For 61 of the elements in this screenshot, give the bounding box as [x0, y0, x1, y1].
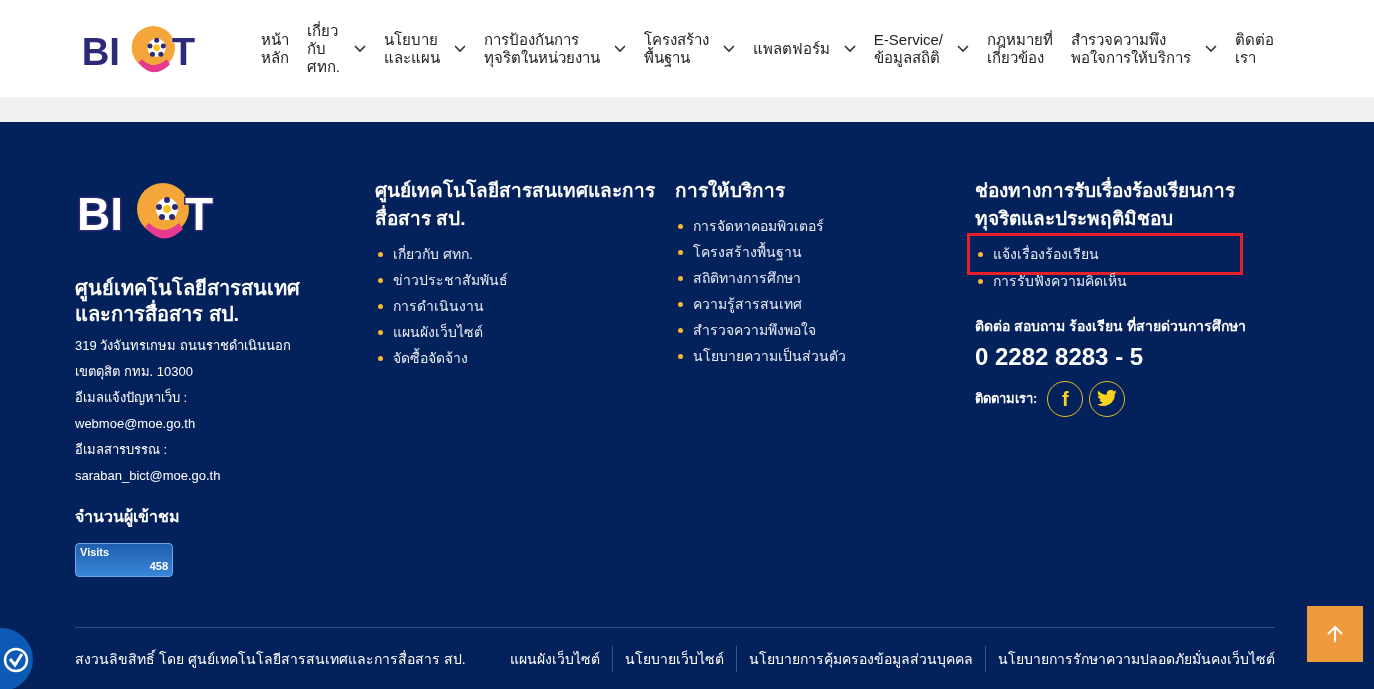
copyright-text: สงวนลิขสิทธิ์ โดย ศูนย์เทคโนโลยีสารสนเทศและการสื่อสาร สป.: [75, 648, 466, 670]
nav-link[interactable]: นโยบาย และแผน: [383, 30, 466, 67]
column-heading: การให้บริการ: [675, 178, 786, 203]
nav-link[interactable]: E-Service/ ข้อมูลสถิติ: [873, 30, 969, 67]
follow-label: ติดตามเรา:: [975, 390, 1038, 409]
phone-number: 0 2282 8283 - 5: [975, 342, 1145, 372]
bullet-icon: [378, 329, 383, 335]
logo[interactable]: BI T: [80, 20, 205, 79]
nav-link[interactable]: หน้า หลัก: [260, 30, 289, 67]
info-text: อีเมลสารบรรณ :: [75, 441, 169, 459]
footer-link[interactable]: การรับฟังความคิดเห็น: [975, 268, 1295, 294]
nav-link[interactable]: กฎหมายที่ เกี่ยวข้อง: [987, 30, 1053, 67]
column-heading: ช่องทางการรับเรื่องร้องเรียนการ ทุจริตและประพฤติมิชอบ: [975, 177, 1295, 233]
bullet-icon: [678, 327, 683, 333]
footer-link[interactable]: เกี่ยวกับ ศทก.: [375, 241, 675, 267]
info-text: webmoe@moe.go.th: [75, 415, 197, 433]
column-heading: ศูนย์เทคโนโลยีสารสนเทศและการ สื่อสาร สป.: [375, 178, 656, 231]
accessibility-icon: [3, 646, 29, 673]
info-text: เขตดุสิต กทม. 10300: [75, 363, 194, 382]
footer-link[interactable]: แจ้งเรื่องร้องเรียน: [975, 241, 1235, 267]
footer-link[interactable]: แผนผังเว็บไซต์: [375, 319, 675, 345]
nav-link[interactable]: การป้องกันการ ทุจริตในหน่วยงาน: [483, 30, 626, 67]
logo[interactable]: BI T: [75, 177, 225, 247]
nav-link[interactable]: ติดต่อ เรา: [1235, 30, 1274, 67]
bottom-link[interactable]: นโยบายเว็บไซต์: [625, 648, 724, 670]
bullet-icon: [978, 251, 983, 257]
footer-link[interactable]: การดำเนินงาน: [375, 293, 675, 319]
footer-link[interactable]: สำรวจความพึงพอใจ: [675, 317, 975, 343]
footer-link[interactable]: สถิติทางการศึกษา: [675, 265, 975, 291]
info-text: 319 วังจันทรเกษม ถนนราชดำเนินนอก: [75, 337, 292, 355]
bottom-link[interactable]: แผนผังเว็บไซต์: [510, 648, 600, 670]
footer-link[interactable]: นโยบายความเป็นส่วนตัว: [675, 343, 975, 369]
bullet-icon: [678, 249, 683, 255]
visitors-heading: จำนวนผู้เข้าชม: [75, 507, 181, 529]
bullet-icon: [678, 353, 683, 359]
nav-link[interactable]: สำรวจความพึง พอใจการให้บริการ: [1071, 30, 1217, 67]
bullet-icon: [378, 355, 383, 361]
bullet-icon: [678, 223, 683, 229]
bullet-icon: [978, 278, 983, 284]
footer-link[interactable]: จัดซื้อจัดจ้าง: [375, 345, 675, 371]
bullet-icon: [678, 301, 683, 307]
footer-link[interactable]: ความรู้สารสนเทศ: [675, 291, 975, 317]
contact-heading: ติดต่อ สอบถาม ร้องเรียน ที่สายด่วนการศึกษา: [975, 316, 1247, 336]
nav-link[interactable]: แพลตฟอร์ม: [752, 39, 856, 58]
bottom-link[interactable]: นโยบายการรักษาความปลอดภัยมั่นคงเว็บไซต์: [998, 648, 1275, 670]
arrow-up-icon: [1325, 624, 1345, 644]
bullet-icon: [378, 303, 383, 309]
bullet-icon: [378, 277, 383, 283]
footer-link[interactable]: ข่าวประชาสัมพันธ์: [375, 267, 675, 293]
info-text: อีเมลแจ้งปัญหาเว็บ :: [75, 387, 189, 407]
footer-link[interactable]: การจัดหาคอมพิวเตอร์: [675, 213, 975, 239]
bird-icon: [1096, 390, 1119, 408]
info-text: saraban_bict@moe.go.th: [75, 467, 222, 485]
bullet-icon: [378, 251, 383, 257]
bottom-link[interactable]: นโยบายการคุ้มครองข้อมูลส่วนบุคคล: [749, 648, 973, 670]
nav-link[interactable]: โครงสร้าง พื้นฐาน: [643, 30, 735, 67]
nav-link[interactable]: เกี่ยว กับ ศทก.: [306, 21, 366, 76]
footer-heading: ศูนย์เทคโนโลยีสารสนเทศ และการสื่อสาร สป.: [75, 275, 301, 327]
bullet-icon: [678, 275, 683, 281]
footer-link[interactable]: โครงสร้างพื้นฐาน: [675, 239, 975, 265]
visit-counter: Visits 458: [75, 543, 173, 577]
